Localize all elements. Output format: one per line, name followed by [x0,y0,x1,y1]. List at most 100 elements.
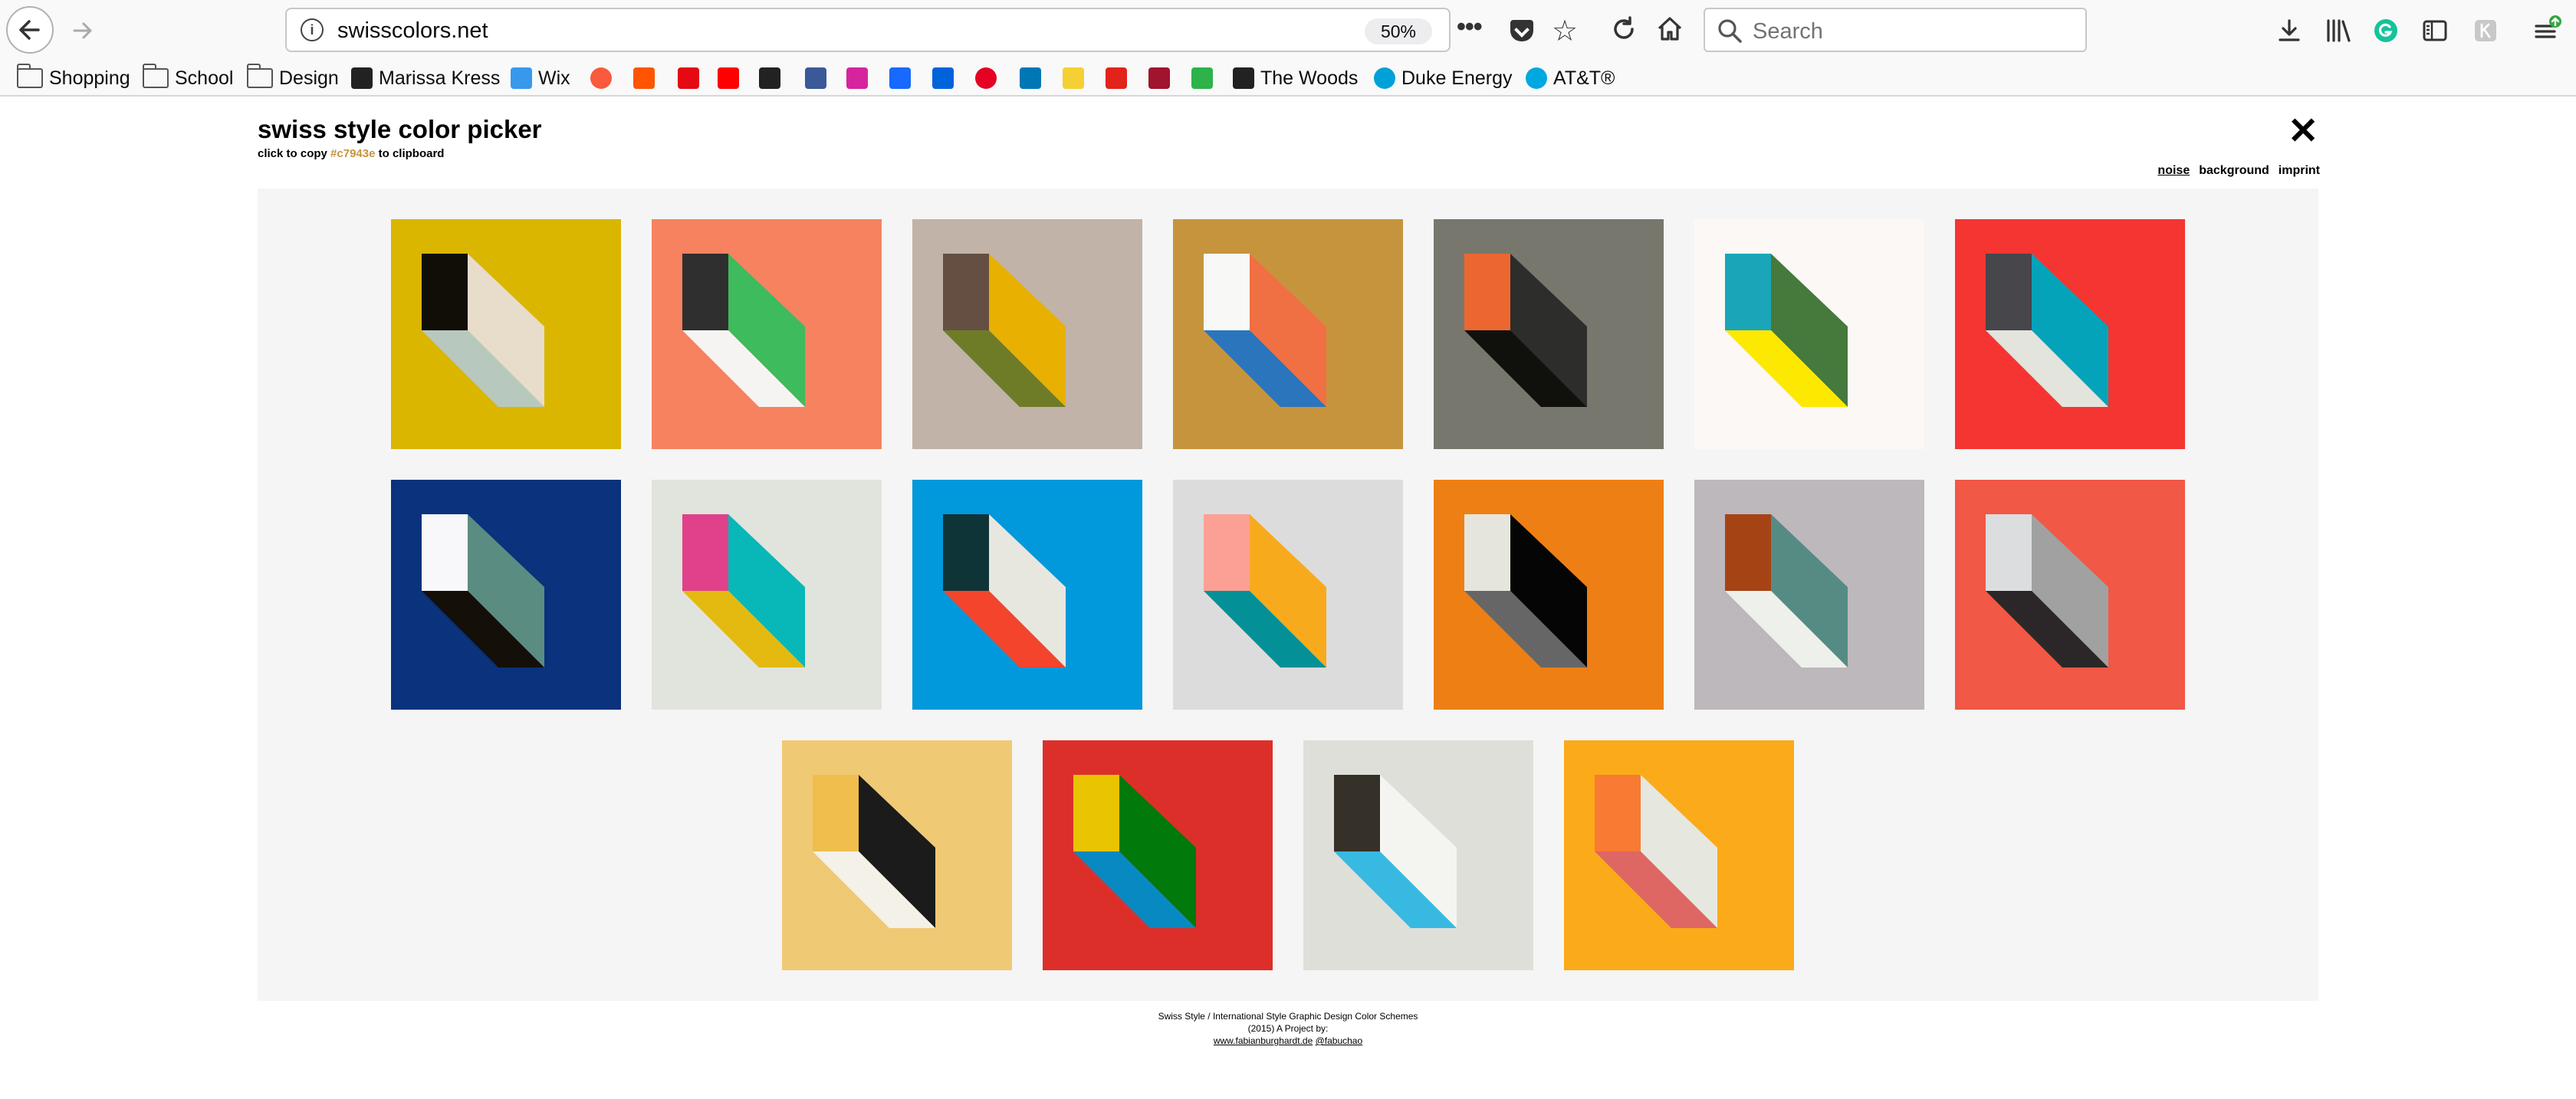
bookmark-linkedin[interactable] [1020,63,1047,93]
arrow-right-icon [73,22,92,39]
color-swatch-10[interactable] [912,480,1142,710]
cube-graphic [1725,514,1848,668]
reload-button[interactable] [1602,8,1645,51]
background-link[interactable]: background [2199,164,2269,178]
sidebar-icon [2423,20,2447,41]
sidebar-button[interactable] [2413,9,2456,52]
bookmark-pinterest[interactable] [975,63,1003,93]
bookmark-soundcloud[interactable] [633,63,661,93]
bookmark-shopping[interactable]: Shopping [17,63,130,93]
download-icon [2279,19,2300,41]
color-swatch-1[interactable] [391,219,621,449]
bookmark-duke-energy[interactable]: Duke Energy [1374,63,1513,93]
downloads-button[interactable] [2268,9,2311,52]
cube-graphic [943,514,1066,668]
bookmark-flickr[interactable] [932,63,960,93]
imprint-link[interactable]: imprint [2279,164,2320,178]
bookmark-instagram[interactable] [846,63,874,93]
cube-graphic [1334,775,1457,928]
color-swatch-9[interactable] [652,480,882,710]
color-swatch-11[interactable] [1173,480,1403,710]
bookmark-buffer[interactable] [759,63,787,93]
bookmark-marissa-kress[interactable]: Marissa Kress [351,63,500,93]
cube-graphic [1204,254,1326,407]
bookmark-facebook[interactable] [805,63,833,93]
cube-graphic [1595,775,1717,928]
footer-credit: (2015) A Project by: [1247,1023,1329,1034]
close-icon[interactable]: ✕ [2288,113,2318,150]
search-icon [1718,19,1742,43]
swatch-panel [258,189,2318,1001]
extension-icon [2475,20,2496,41]
color-swatch-17[interactable] [1303,740,1533,970]
cube-graphic [1464,254,1587,407]
url-text[interactable]: swisscolors.net [337,18,488,44]
copy-suffix: to clipboard [378,147,445,160]
color-swatch-6[interactable] [1694,219,1924,449]
address-bar[interactable]: i swisscolors.net 50% ••• ☆ [285,8,1578,52]
cube-front-face [1464,514,1510,591]
bookmark-at-t[interactable]: AT&T® [1526,63,1615,93]
bookmark-red-shield[interactable] [1148,63,1176,93]
forward-button[interactable] [61,9,104,52]
bookmark-netflix[interactable] [678,63,705,93]
info-icon[interactable]: i [301,18,324,41]
footer: Swiss Style / International Style Graphi… [981,1010,1595,1047]
bookmark-fontshop[interactable] [1063,63,1090,93]
color-swatch-7[interactable] [1955,219,2185,449]
twitter-link[interactable]: @fabuchao [1316,1035,1363,1046]
cube-front-face [1986,514,2032,591]
bookmark-apple-music[interactable] [590,63,618,93]
search-box[interactable]: Search [1704,8,2087,52]
bookmark-star-icon[interactable]: ☆ [1552,14,1578,48]
cube-front-face [422,254,468,330]
color-swatch-13[interactable] [1694,480,1924,710]
bookmark-label: The Woods [1260,67,1359,89]
color-swatch-8[interactable] [391,480,621,710]
behance-icon [889,67,911,89]
page-actions-icon[interactable]: ••• [1457,12,1483,42]
home-button[interactable] [1648,8,1691,51]
zoom-level-badge[interactable]: 50% [1365,18,1432,44]
bookmark-the-woods[interactable]: The Woods [1233,63,1358,93]
bookmark-youtube[interactable] [718,63,745,93]
bookmark-behance[interactable] [889,63,917,93]
footer-links: www.fabianburghardt.de @fabuchao [981,1035,1595,1047]
grammarly-extension-button[interactable] [2364,9,2407,52]
cube-graphic [1073,775,1196,928]
color-swatch-15[interactable] [782,740,1012,970]
color-swatch-14[interactable] [1955,480,2185,710]
back-button[interactable] [6,6,54,54]
extension-button[interactable] [2464,9,2507,52]
color-swatch-4[interactable] [1173,219,1403,449]
bookmark-school[interactable]: School [143,63,233,93]
website-link[interactable]: www.fabianburghardt.de [1214,1035,1313,1046]
cube-graphic [682,254,805,407]
bookmark-green-arrow[interactable] [1191,63,1219,93]
current-hex-code: #c7943e [330,147,376,160]
color-swatch-2[interactable] [652,219,882,449]
grammarly-icon [2374,19,2397,42]
color-swatch-16[interactable] [1043,740,1273,970]
bookmark-label: Wix [538,67,570,89]
soundcloud-icon [633,67,655,89]
cube-front-face [1334,775,1380,851]
youtube-icon [718,67,739,89]
bookmark-label: Design [279,67,339,89]
pocket-icon[interactable] [1510,20,1533,41]
cube-front-face [1464,254,1510,330]
app-menu-button[interactable] [2525,9,2568,52]
noise-link[interactable]: noise [2157,164,2190,178]
color-swatch-12[interactable] [1434,480,1664,710]
bookmark-design[interactable]: Design [247,63,339,93]
bookmark-wix[interactable]: Wix [511,63,570,93]
cube-graphic [422,514,544,668]
bookmark-label: School [175,67,234,89]
color-swatch-18[interactable] [1564,740,1794,970]
cube-graphic [1986,254,2108,407]
color-swatch-3[interactable] [912,219,1142,449]
color-swatch-5[interactable] [1434,219,1664,449]
arrow-left-icon [19,20,40,40]
bookmark-red-swoosh[interactable] [1106,63,1133,93]
library-button[interactable] [2317,9,2360,52]
